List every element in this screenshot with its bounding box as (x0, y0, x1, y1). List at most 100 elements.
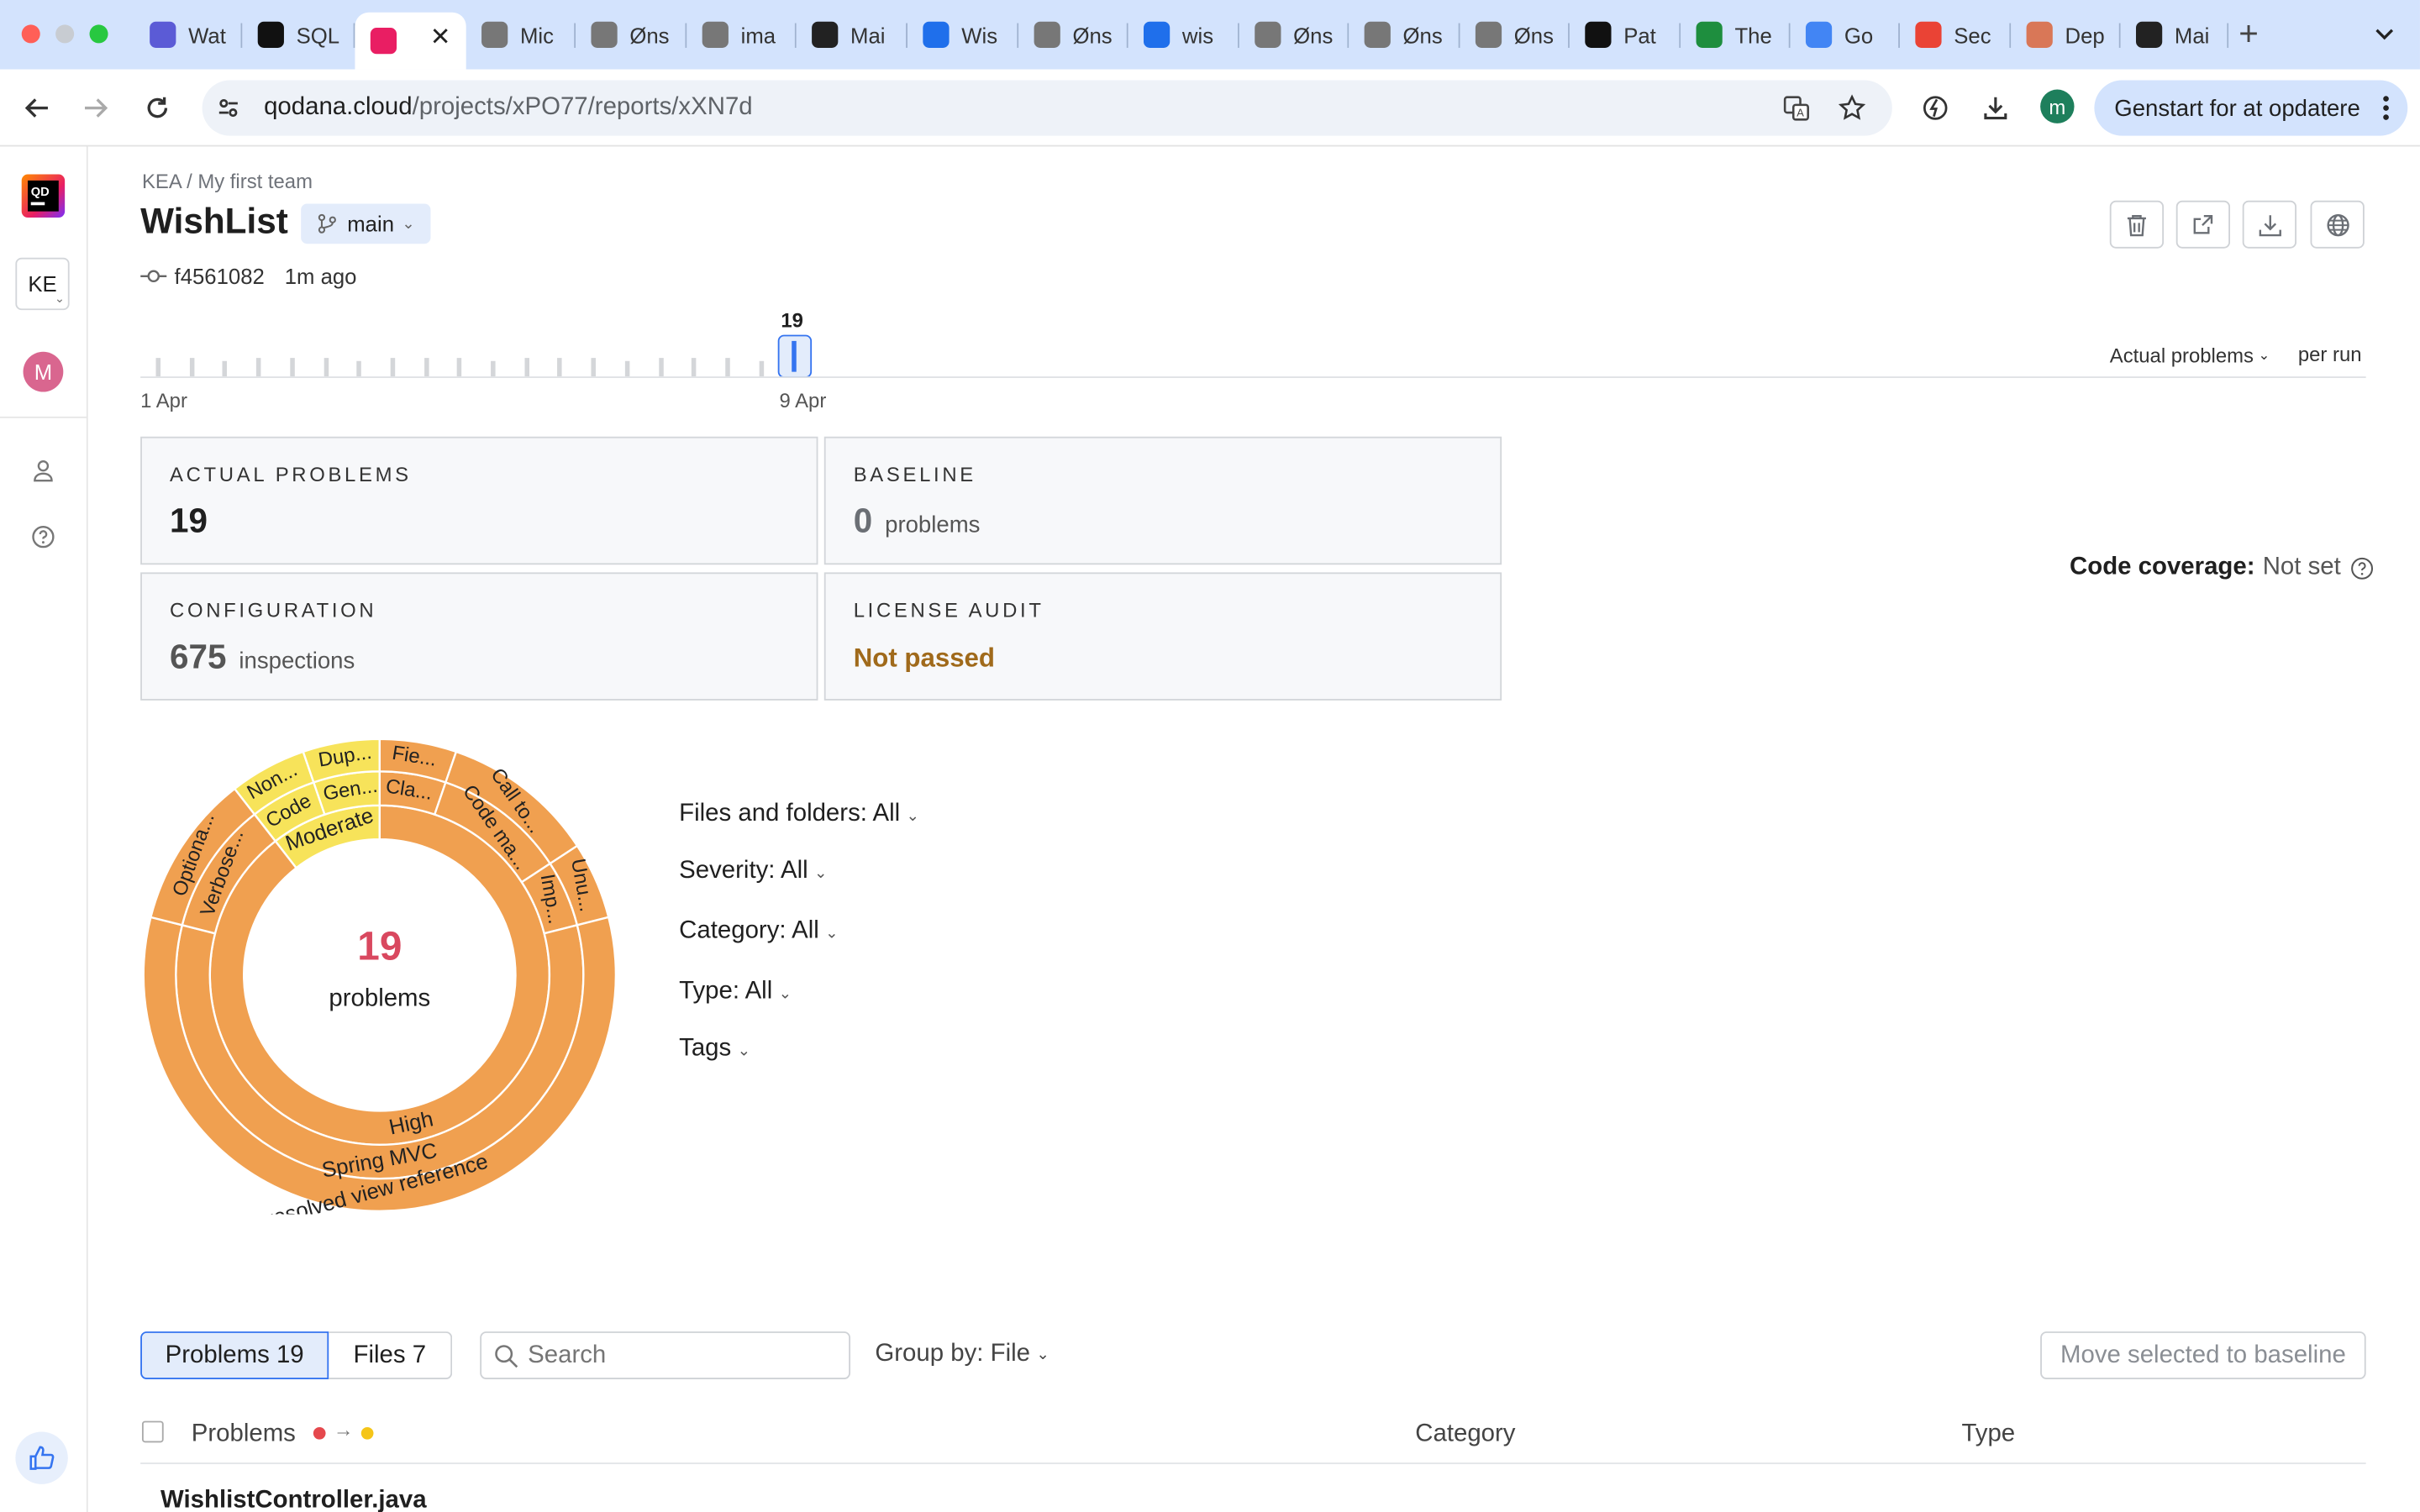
feedback-thumbs-up-icon[interactable] (15, 1431, 68, 1484)
commit-hash[interactable]: f4561082 (175, 264, 265, 288)
timeline-run-bar[interactable] (256, 358, 261, 377)
tab-problems[interactable]: Problems 19 (140, 1331, 329, 1380)
col-problems-header[interactable]: Problems (192, 1421, 296, 1449)
configuration-card[interactable]: CONFIGURATION 675 inspections (140, 572, 818, 701)
browser-tab[interactable]: SQL (242, 13, 355, 57)
problems-sunburst-chart[interactable]: ModerateHighCode Gen... Cla... Code ma...Im… (140, 736, 618, 1214)
period-selector[interactable]: per run (2298, 343, 2362, 366)
tab-search-chevron-icon[interactable] (2369, 18, 2400, 50)
timeline-run-bar[interactable] (155, 358, 161, 377)
open-external-button[interactable] (2175, 200, 2231, 249)
tab-files[interactable]: Files 7 (329, 1331, 453, 1380)
close-tab-icon[interactable]: ✕ (430, 22, 451, 53)
browser-tab[interactable]: Wat (134, 13, 243, 57)
minimize-window-button[interactable] (55, 24, 75, 44)
files-folders-filter[interactable]: Files and folders: All ⌄ (679, 801, 919, 828)
performance-icon[interactable] (1918, 91, 1952, 124)
browser-tab[interactable]: Dep (2011, 13, 2121, 57)
timeline-run-bar[interactable] (624, 360, 630, 377)
selected-run-bar[interactable] (777, 334, 813, 378)
timeline-run-bar[interactable] (323, 358, 329, 377)
browser-tab[interactable]: wis (1128, 13, 1239, 57)
project-title: WishList (140, 200, 288, 241)
url-text[interactable]: qodana.cloud/projects/xPO77/reports/xXN7… (264, 94, 753, 122)
branch-selector[interactable]: main ⌄ (301, 203, 430, 244)
browser-tab[interactable]: Pat (1570, 13, 1681, 57)
file-group-row[interactable]: WishlistController.java (160, 1488, 427, 1512)
browser-tab[interactable]: Øns (1460, 13, 1570, 57)
maximize-window-button[interactable] (89, 24, 108, 44)
team-switcher[interactable]: KE ⌄ (15, 257, 70, 311)
severity-high-segment[interactable] (208, 804, 551, 1146)
browser-tab[interactable]: ima (687, 13, 797, 57)
category-filter[interactable]: Category: All ⌄ (679, 918, 838, 946)
browser-tab[interactable]: Mai (2121, 13, 2229, 57)
download-report-button[interactable] (2242, 200, 2297, 249)
code-coverage-value: Not set (2262, 554, 2341, 580)
timeline-run-bar[interactable] (457, 358, 462, 377)
browser-tab[interactable]: Øns (1239, 13, 1349, 57)
browser-tab[interactable]: Mai (797, 13, 908, 57)
actual-problems-card[interactable]: ACTUAL PROBLEMS 19 (140, 436, 818, 565)
browser-tab[interactable]: Mic (466, 13, 576, 57)
update-browser-button[interactable]: Genstart for at opdatere (2094, 80, 2408, 136)
col-category-header[interactable]: Category (1415, 1421, 1515, 1449)
move-to-baseline-button[interactable]: Move selected to baseline (2040, 1331, 2366, 1380)
timeline-run-bar[interactable] (289, 358, 295, 377)
search-input[interactable] (528, 1341, 822, 1370)
timeline-run-bar[interactable] (758, 360, 764, 377)
type-filter[interactable]: Type: All ⌄ (679, 978, 792, 1005)
search-field[interactable] (480, 1331, 851, 1380)
baseline-card[interactable]: BASELINE 0 problems (823, 436, 1502, 565)
browser-tab[interactable]: Wis (908, 13, 1019, 57)
coverage-help-icon[interactable] (2350, 556, 2374, 580)
timeline-run-bar[interactable] (557, 358, 563, 377)
browser-tab[interactable]: Go (1791, 13, 1900, 57)
account-icon[interactable] (28, 455, 59, 486)
timeline-run-bar[interactable] (356, 360, 362, 377)
severity-filter[interactable]: Severity: All ⌄ (679, 858, 827, 885)
translate-icon[interactable]: A (1781, 92, 1812, 123)
breadcrumb[interactable]: KEA / My first team (142, 170, 313, 193)
license-audit-card[interactable]: LICENSE AUDIT Not passed (823, 572, 1502, 701)
tags-filter[interactable]: Tags ⌄ (679, 1035, 750, 1063)
browser-tab[interactable]: Øns (1349, 13, 1460, 57)
files-folders-filter-label: Files and folders: All (679, 801, 901, 827)
group-by-selector[interactable]: Group by: File ⌄ (875, 1341, 1049, 1368)
metric-selector[interactable]: Actual problems ⌄ (2110, 344, 2270, 368)
user-avatar[interactable]: M (23, 351, 64, 392)
timeline-run-bar[interactable] (692, 358, 697, 377)
tags-filter-label: Tags (679, 1035, 732, 1062)
site-settings-icon[interactable] (214, 94, 242, 122)
timeline-run-bar[interactable] (491, 360, 496, 377)
delete-report-button[interactable] (2109, 200, 2165, 249)
browser-tab[interactable]: The (1681, 13, 1791, 57)
forward-icon[interactable] (79, 91, 113, 124)
browser-tab[interactable]: ✕ (355, 12, 466, 70)
timeline-run-bar[interactable] (223, 360, 228, 377)
timeline-run-bar[interactable] (591, 358, 597, 377)
bookmark-star-icon[interactable] (1837, 92, 1868, 123)
browser-tab[interactable]: Øns (1018, 13, 1128, 57)
reload-icon[interactable] (140, 91, 174, 124)
close-window-button[interactable] (21, 24, 40, 44)
qodana-logo[interactable]: QD (18, 171, 68, 221)
timeline-run-bar[interactable] (189, 358, 194, 377)
timeline-run-bar[interactable] (424, 358, 429, 377)
back-icon[interactable] (20, 91, 54, 124)
new-tab-icon[interactable]: + (2230, 14, 2267, 53)
timeline-run-bar[interactable] (725, 358, 730, 377)
timeline-run-bar[interactable] (390, 358, 395, 377)
more-menu-icon[interactable] (2383, 94, 2389, 128)
open-in-ide-button[interactable] (2310, 200, 2365, 249)
address-bar[interactable]: qodana.cloud/projects/xPO77/reports/xXN7… (202, 80, 1892, 136)
downloads-icon[interactable] (1979, 91, 2012, 124)
browser-tab[interactable]: Sec (1900, 13, 2012, 57)
profile-avatar[interactable]: m (2040, 89, 2075, 123)
timeline-run-bar[interactable] (658, 358, 663, 377)
select-all-checkbox[interactable] (141, 1420, 164, 1443)
help-icon[interactable] (28, 522, 59, 553)
timeline-run-bar[interactable] (523, 358, 529, 377)
browser-tab[interactable]: Øns (576, 13, 687, 57)
col-type-header[interactable]: Type (1961, 1421, 2015, 1449)
